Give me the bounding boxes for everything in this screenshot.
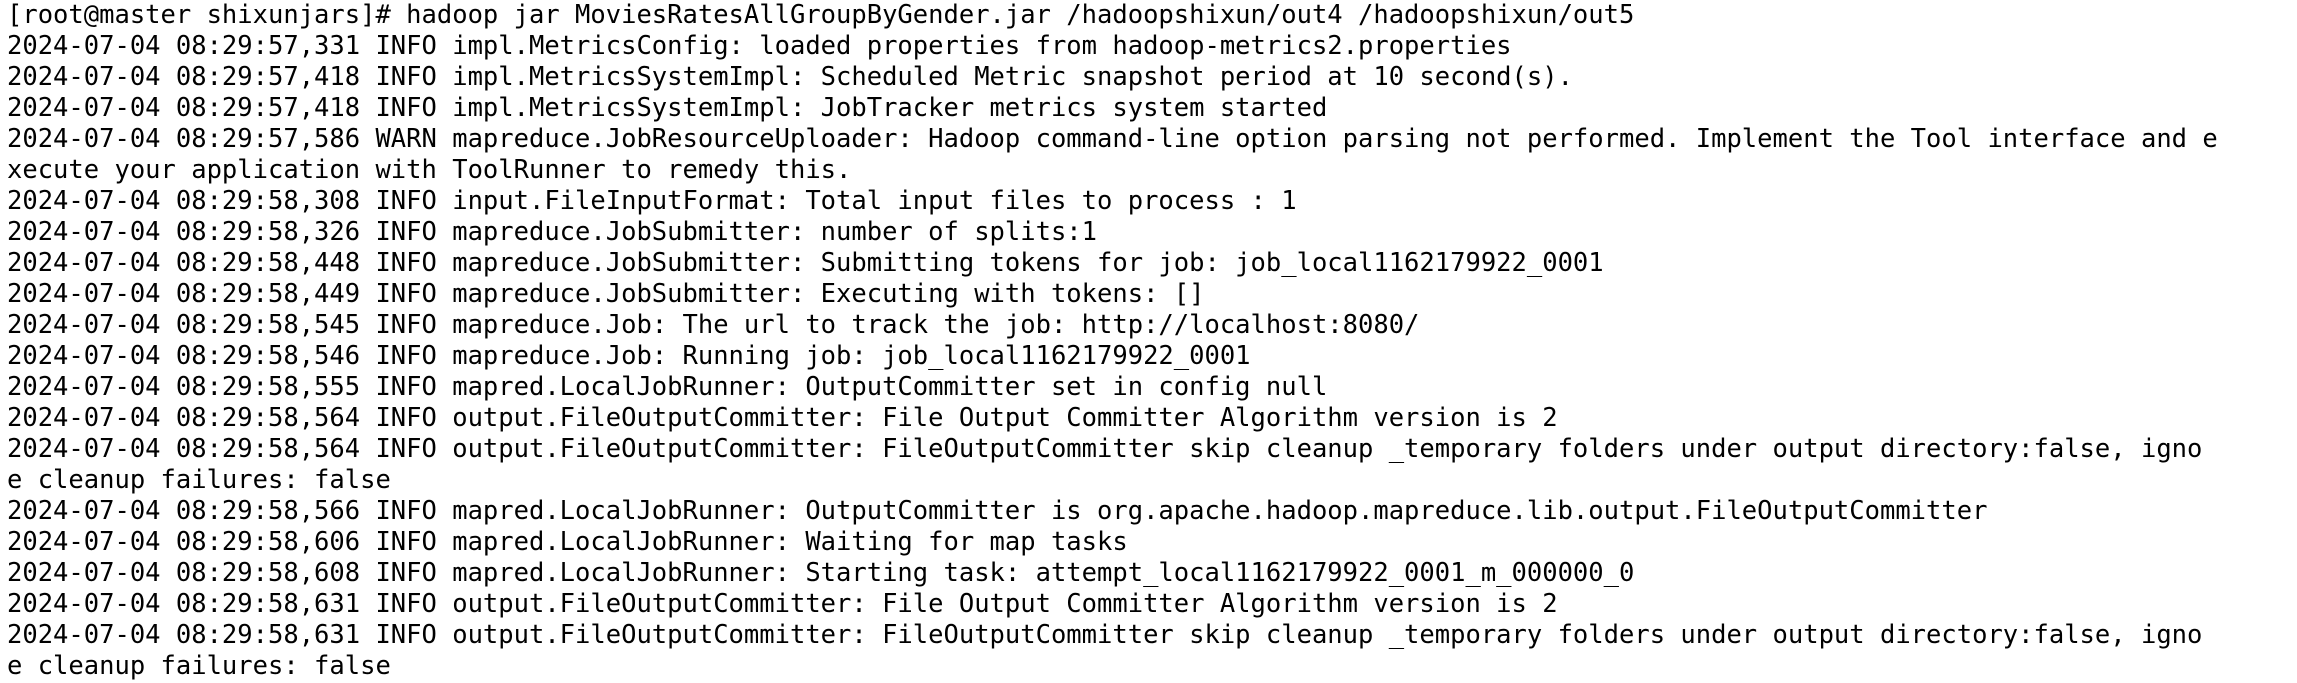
terminal-output-line: 2024-07-04 08:29:57,586 WARN mapreduce.J… <box>7 124 2218 154</box>
terminal-output-line: 2024-07-04 08:29:58,631 INFO output.File… <box>7 589 1558 619</box>
terminal-output-line: 2024-07-04 08:29:58,564 INFO output.File… <box>7 434 2203 464</box>
terminal-output-line: 2024-07-04 08:29:57,418 INFO impl.Metric… <box>7 62 1573 92</box>
terminal-output-line: 2024-07-04 08:29:58,555 INFO mapred.Loca… <box>7 372 1328 402</box>
terminal-output-line: 2024-07-04 08:29:58,566 INFO mapred.Loca… <box>7 496 1988 526</box>
terminal-output-line: 2024-07-04 08:29:58,631 INFO output.File… <box>7 620 2203 650</box>
terminal-output-line: 2024-07-04 08:29:58,449 INFO mapreduce.J… <box>7 279 1205 309</box>
terminal-output-line: 2024-07-04 08:29:58,545 INFO mapreduce.J… <box>7 310 1420 340</box>
terminal-output-line: 2024-07-04 08:29:58,606 INFO mapred.Loca… <box>7 527 1128 557</box>
terminal-window[interactable]: [root@master shixunjars]# hadoop jar Mov… <box>0 0 2297 683</box>
terminal-output-line: 2024-07-04 08:29:58,308 INFO input.FileI… <box>7 186 1297 216</box>
terminal-output-line: 2024-07-04 08:29:58,546 INFO mapreduce.J… <box>7 341 1251 371</box>
terminal-output-line: 2024-07-04 08:29:58,564 INFO output.File… <box>7 403 1558 433</box>
terminal-output-line: 2024-07-04 08:29:57,331 INFO impl.Metric… <box>7 31 1512 61</box>
terminal-output-line: 2024-07-04 08:29:58,448 INFO mapreduce.J… <box>7 248 1604 278</box>
terminal-output-line: 2024-07-04 08:29:57,418 INFO impl.Metric… <box>7 93 1328 123</box>
terminal-output-line: 2024-07-04 08:29:58,326 INFO mapreduce.J… <box>7 217 1098 247</box>
terminal-output-line: e cleanup failures: false <box>7 651 391 681</box>
terminal-command-line: [root@master shixunjars]# hadoop jar Mov… <box>7 0 1635 30</box>
terminal-output-line: 2024-07-04 08:29:58,608 INFO mapred.Loca… <box>7 558 1635 588</box>
terminal-output-line: e cleanup failures: false <box>7 465 391 495</box>
terminal-output-line: xecute your application with ToolRunner … <box>7 155 852 185</box>
